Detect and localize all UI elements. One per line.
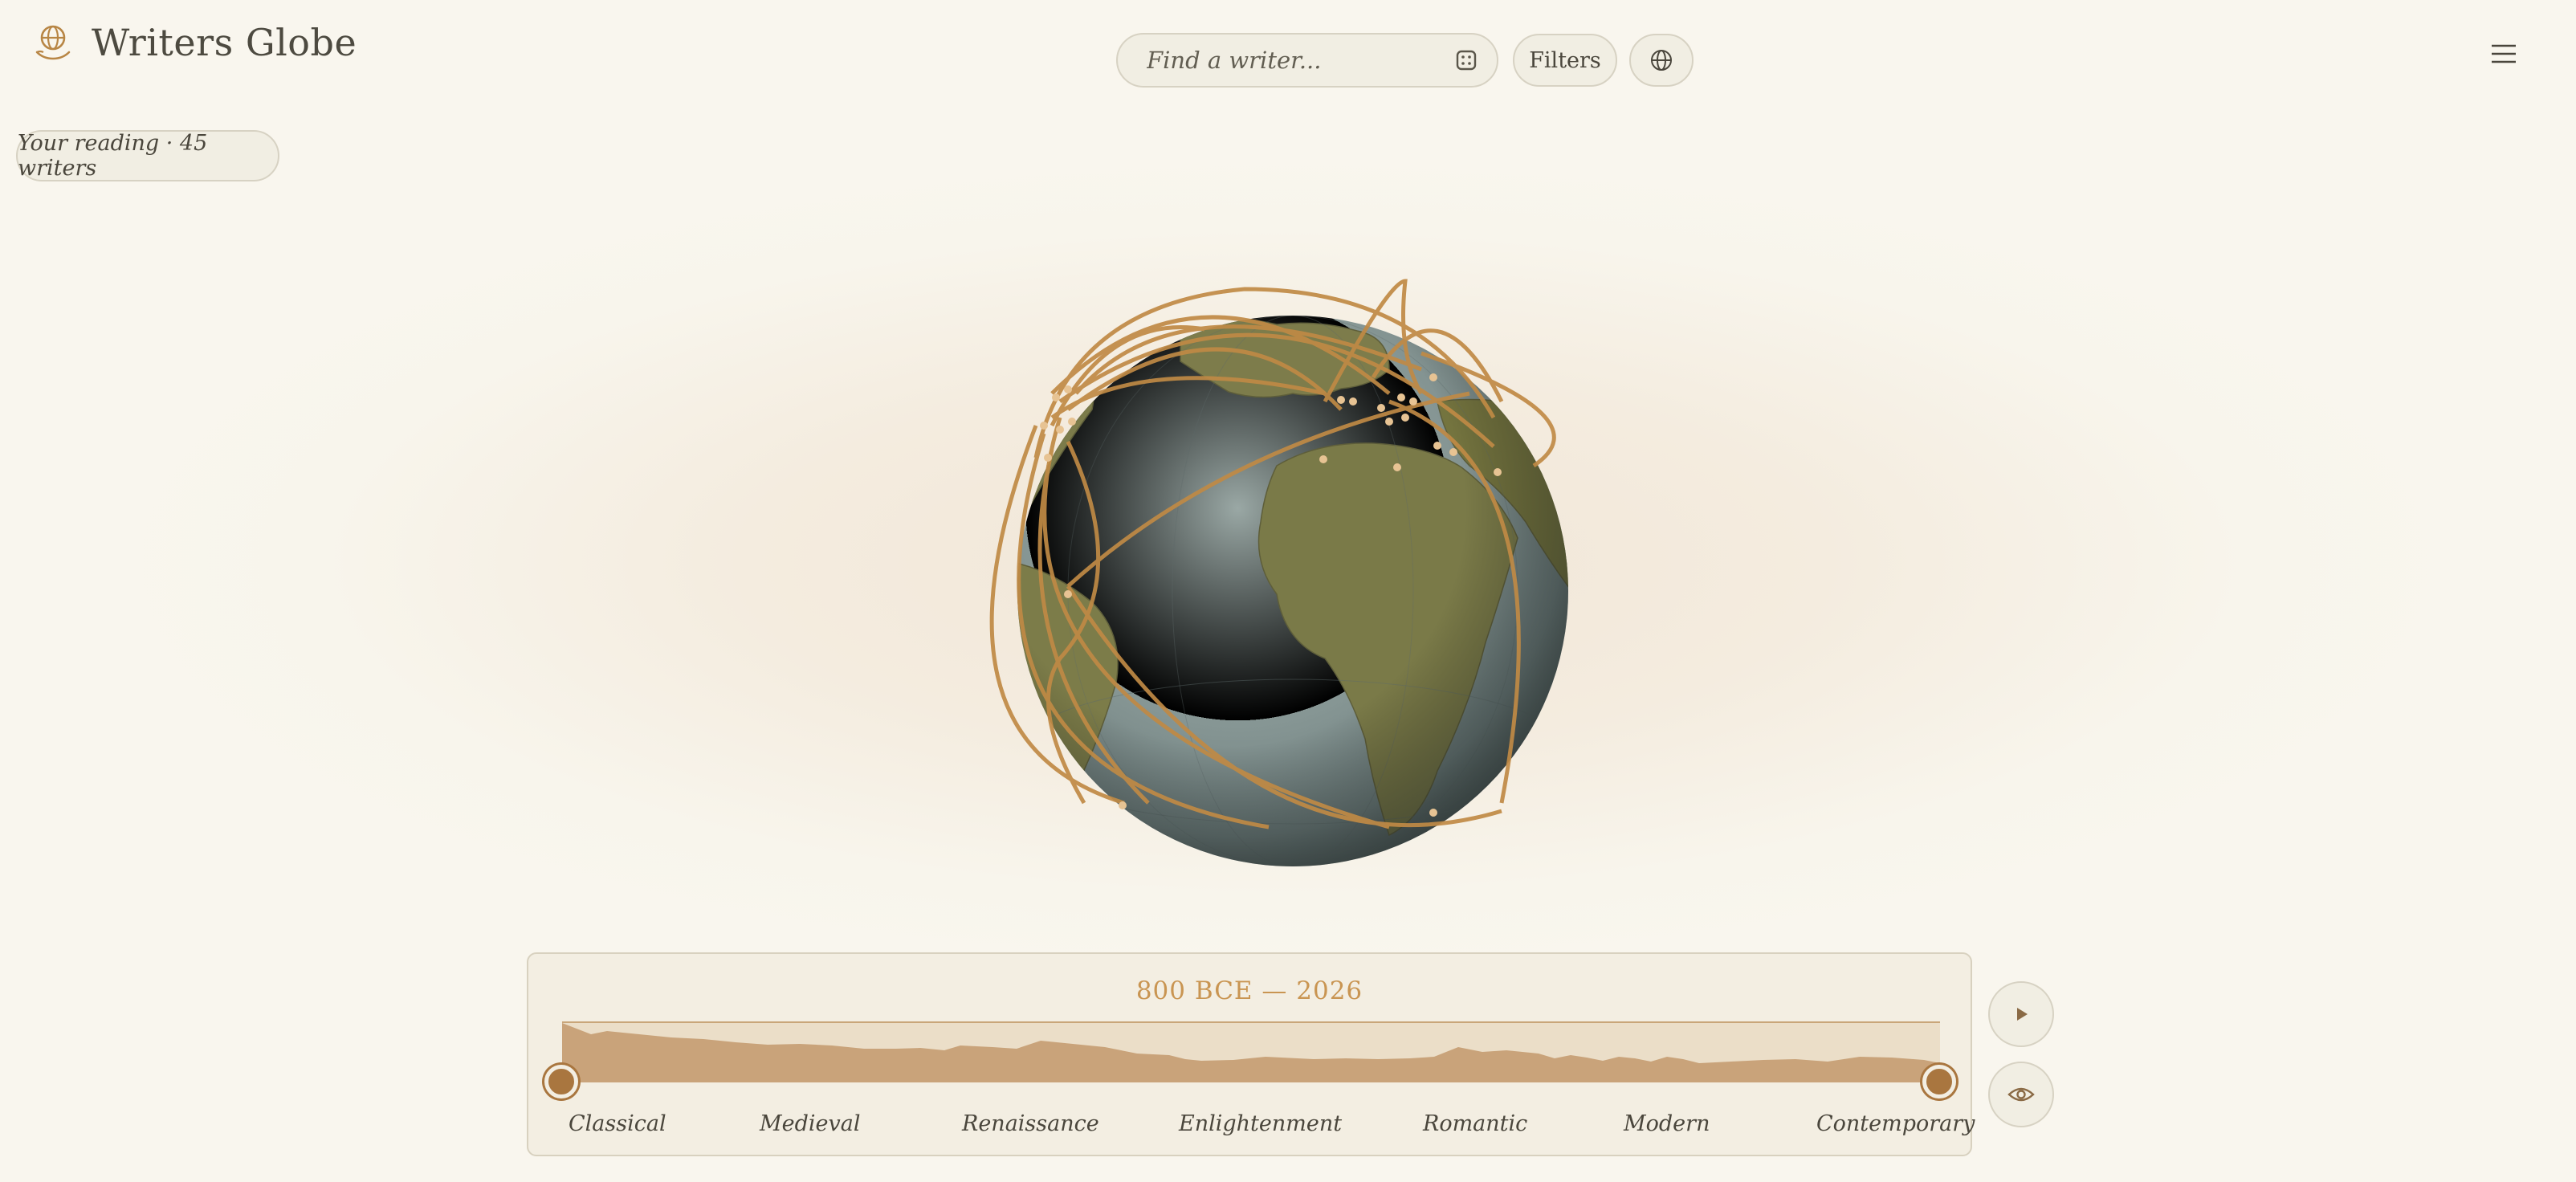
era-romantic[interactable]: Romantic [1423,1111,1527,1136]
globe-hand-icon [35,25,71,60]
reading-count-badge[interactable]: Your reading · 45 writers [16,130,279,181]
eye-icon [2007,1087,2035,1102]
globe-shading [1017,316,1568,866]
timeline-panel: 800 BCE — 2026 Classical Medieval Renais… [527,952,1975,1156]
dice-icon[interactable] [1455,49,1478,71]
era-labels: Classical Medieval Renaissance Enlighten… [528,1111,1975,1143]
writer-search [1116,33,1498,88]
timeline-density-chart[interactable] [562,1021,1940,1082]
timeline-end-handle[interactable] [1922,1065,1956,1098]
hamburger-menu-icon[interactable] [2490,43,2517,65]
era-classical[interactable]: Classical [569,1111,666,1136]
globe-canvas[interactable] [940,257,1582,899]
era-contemporary[interactable]: Contemporary [1816,1111,1975,1136]
brand[interactable]: Writers Globe [32,21,357,64]
view-toggle-button[interactable] [1988,1062,2054,1127]
era-renaissance[interactable]: Renaissance [962,1111,1099,1136]
filters-label: Filters [1529,47,1601,73]
writers-globe[interactable] [940,257,1582,899]
play-button[interactable] [1988,981,2054,1047]
era-modern[interactable]: Modern [1624,1111,1710,1136]
era-medieval[interactable]: Medieval [760,1111,861,1136]
era-enlightenment[interactable]: Enlightenment [1179,1111,1342,1136]
globe-view-button[interactable] [1629,34,1694,87]
timeline-start-handle[interactable] [544,1065,578,1098]
play-icon [2017,1008,2028,1021]
timeline-range-label: 800 BCE — 2026 [1135,976,1363,1005]
filters-button[interactable]: Filters [1513,34,1617,87]
reading-count-label: Your reading · 45 writers [18,131,208,181]
app-title: Writers Globe [92,21,357,64]
search-input[interactable] [1145,46,1455,75]
globe-icon [1651,50,1672,71]
